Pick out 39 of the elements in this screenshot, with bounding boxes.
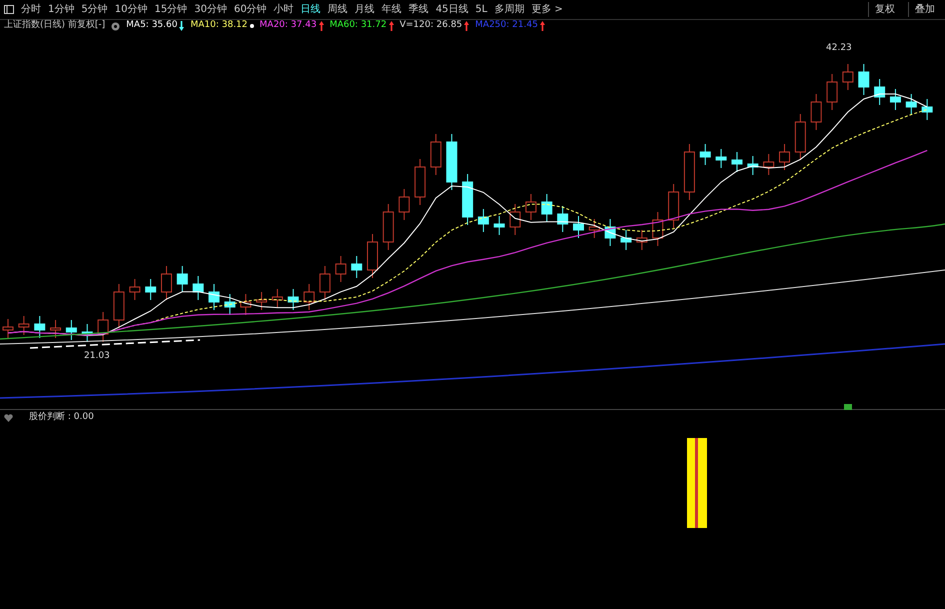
up-arrow-icon [464, 21, 470, 31]
toolbar-button[interactable]: 复权 [868, 2, 901, 17]
period-tab[interactable]: 季线 [408, 2, 429, 17]
period-tab[interactable]: 1分钟 [48, 2, 74, 17]
dot-icon [250, 24, 254, 28]
period-tab[interactable]: 更多 > [531, 2, 563, 17]
signal-marker-icon [844, 404, 852, 410]
up-arrow-icon [388, 21, 394, 31]
heart-icon[interactable] [4, 414, 13, 422]
window-icon [4, 5, 14, 14]
down-arrow-icon [179, 21, 184, 31]
period-tab[interactable]: 日线 [300, 2, 321, 17]
chart-title: 上证指数(日线) 前复权[-] [4, 19, 106, 32]
period-tab[interactable]: 45日线 [436, 2, 468, 17]
period-tab[interactable]: 年线 [382, 2, 402, 17]
period-tab[interactable]: 周线 [328, 2, 348, 17]
up-arrow-icon [318, 21, 324, 31]
period-tab[interactable]: 10分钟 [114, 2, 148, 17]
period-tab[interactable]: 分时 [21, 2, 41, 17]
period-tab[interactable]: 15分钟 [154, 2, 188, 17]
ma-legend: MA60: 31.72 [330, 19, 387, 33]
ma-legend: MA10: 38.12 [190, 19, 248, 33]
ma-legend: MA5: 35.60 [126, 19, 178, 33]
up-arrow-icon [540, 21, 545, 31]
ma-legend: MA250: 21.45 [475, 19, 538, 33]
high-price-label: 42.23 [826, 42, 852, 55]
period-tab[interactable]: 多周期 [494, 2, 524, 17]
period-tab[interactable]: 小时 [274, 2, 294, 17]
period-tab[interactable]: 30分钟 [194, 2, 227, 17]
period-tab[interactable]: 5分钟 [81, 2, 108, 17]
toolbar-button[interactable]: 叠加 [908, 2, 941, 17]
period-tab[interactable]: 5L [475, 2, 488, 17]
ma-legend: V=120: 26.85 [400, 19, 462, 33]
low-price-label: 21.03 [84, 350, 110, 363]
period-tab[interactable]: 60分钟 [234, 2, 267, 17]
ma-legend: MA20: 37.43 [260, 19, 317, 33]
settings-icon[interactable] [111, 22, 120, 30]
indicator-legend: 股价判断 : 0.00 [29, 411, 94, 425]
period-tab[interactable]: 月线 [354, 2, 375, 17]
